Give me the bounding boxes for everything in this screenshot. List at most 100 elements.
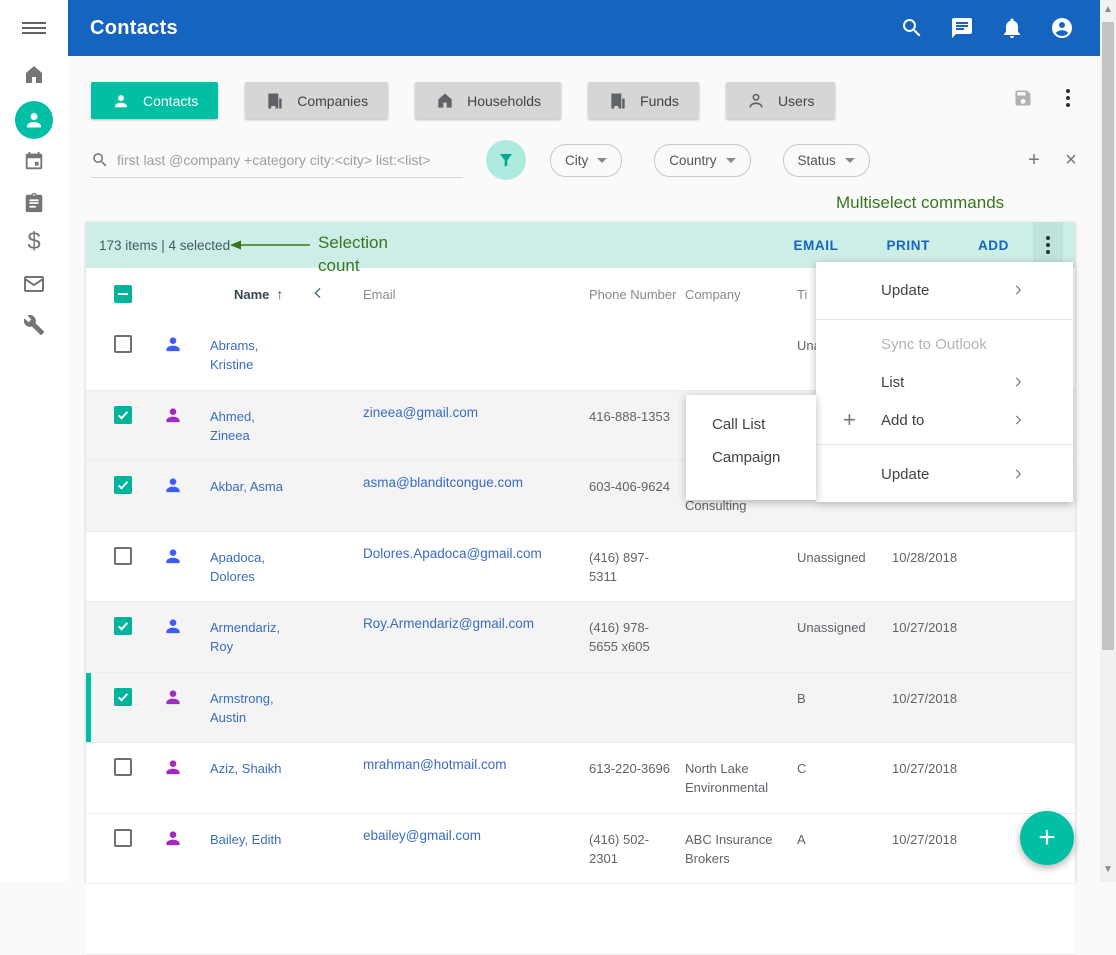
menu-item-list[interactable]: List [816, 363, 1073, 401]
contact-email-link[interactable]: zineea@gmail.com [363, 405, 478, 420]
contact-email-link[interactable]: asma@blanditcongue.com [363, 475, 523, 490]
menu-item-add-to[interactable]: +Add to [816, 401, 1073, 439]
contact-name-link[interactable]: Aziz, Shaikh [210, 761, 282, 776]
filter-chip-city[interactable]: City [550, 144, 622, 177]
contact-email-link[interactable]: Roy.Armendariz@gmail.com [363, 616, 534, 631]
scroll-up-icon[interactable]: ▲ [1103, 6, 1113, 14]
filter-icon[interactable] [486, 140, 526, 180]
contact-name-link[interactable]: Apadoca, Dolores [210, 550, 265, 584]
menu-item-label: Update [881, 466, 929, 483]
selection-summary: 173 items | 4 selected [99, 238, 230, 253]
scrollbar-thumb[interactable] [1102, 22, 1114, 650]
table-row[interactable]: Aziz, Shaikhmrahman@hotmail.com613-220-3… [86, 743, 1075, 814]
person-avatar-icon [162, 756, 196, 778]
add-contact-fab[interactable]: + [1020, 811, 1074, 865]
email-button[interactable]: EMAIL [769, 238, 862, 253]
person-avatar-icon [162, 474, 196, 496]
search-input[interactable]: first last @company +category city:<city… [91, 143, 463, 178]
contact-name-link[interactable]: Armstrong, Austin [210, 691, 274, 725]
add-button[interactable]: ADD [954, 238, 1033, 253]
search-icon[interactable] [900, 16, 924, 40]
chip-label: City [565, 153, 588, 168]
table-row-partial [86, 884, 1075, 955]
column-header-email[interactable]: Email [363, 268, 589, 320]
table-row[interactable]: Bailey, Edith ebailey@gmail.com (416) 502-… [86, 814, 1075, 885]
mail-icon[interactable] [0, 264, 68, 304]
contact-name-link[interactable]: Abrams, Kristine [210, 338, 258, 372]
person-avatar-icon [162, 545, 196, 567]
row-checkbox[interactable] [114, 406, 132, 424]
filter-chip-status[interactable]: Status [783, 144, 870, 177]
contact-name-link[interactable]: Armendariz, Roy [210, 620, 280, 654]
contact-company [685, 602, 797, 672]
print-button[interactable]: PRINT [862, 238, 954, 253]
column-header-phone[interactable]: Phone Number [589, 268, 685, 320]
column-header-company[interactable]: Company [685, 268, 797, 320]
filter-chip-group: City Country Status [550, 144, 870, 177]
submenu-item-call-list[interactable]: Call List [686, 408, 816, 441]
contact-name-link[interactable]: Ahmed, Zineea [210, 409, 255, 443]
row-checkbox[interactable] [114, 476, 132, 494]
person-avatar-icon [162, 333, 196, 355]
row-checkbox[interactable] [114, 617, 132, 635]
more-vert-icon[interactable] [1066, 96, 1070, 100]
menu-item-update[interactable]: Update [816, 266, 1073, 314]
row-checkbox[interactable] [114, 335, 132, 353]
chevron-right-icon [1035, 467, 1049, 481]
menu-item-update[interactable]: Update [816, 450, 1073, 498]
table-row[interactable]: Armendariz, RoyRoy.Armendariz@gmail.com(… [86, 602, 1075, 673]
tab-contacts[interactable]: Contacts [91, 82, 218, 119]
collapse-columns-icon[interactable] [310, 285, 326, 301]
contact-tier: C [797, 743, 892, 813]
tab-label: Companies [297, 93, 368, 109]
contact-phone: (416) 502-2301 [589, 814, 685, 884]
table-row[interactable]: Apadoca, Dolores Dolores.Apadoca@gmail.co… [86, 532, 1075, 603]
calendar-icon[interactable] [0, 141, 68, 181]
contact-email-link[interactable]: ebailey@gmail.com [363, 828, 481, 843]
contact-name-link[interactable]: Akbar, Asma [210, 479, 283, 494]
add-filter-icon[interactable]: + [1024, 149, 1044, 172]
menu-item-label: Update [881, 282, 929, 299]
scroll-down-icon[interactable]: ▼ [1103, 866, 1113, 874]
home-icon[interactable] [0, 55, 68, 95]
notifications-icon[interactable] [1000, 16, 1024, 40]
contact-company [685, 673, 797, 743]
menu-icon[interactable] [0, 8, 68, 48]
sidebar-item-contacts[interactable] [0, 100, 68, 140]
submenu-item-campaign[interactable]: Campaign [686, 441, 816, 474]
save-icon[interactable] [1013, 88, 1033, 108]
tab-households[interactable]: Households [415, 82, 561, 119]
search-placeholder: first last @company +category city:<city… [117, 152, 430, 168]
tab-funds[interactable]: Funds [588, 82, 699, 119]
contact-email-link[interactable]: mrahman@hotmail.com [363, 757, 507, 772]
filter-chip-country[interactable]: Country [654, 144, 750, 177]
annotation-selection-count: Selection count [318, 231, 388, 277]
sort-ascending-icon: ↑ [276, 286, 283, 302]
clear-search-icon[interactable]: × [1061, 149, 1081, 172]
vertical-scrollbar[interactable]: ▲ ▼ [1100, 0, 1116, 882]
chevron-down-icon [726, 158, 736, 163]
dollar-icon[interactable]: $ [0, 222, 68, 262]
contact-date: 10/27/2018 [892, 602, 1075, 672]
contact-email-link[interactable]: Dolores.Apadoca@gmail.com [363, 546, 542, 561]
tab-users[interactable]: Users [726, 82, 835, 119]
contact-date: 10/27/2018 [892, 673, 1075, 743]
row-checkbox[interactable] [114, 758, 132, 776]
tab-companies[interactable]: Companies [245, 82, 388, 119]
menu-item-sync-to-outlook: Sync to Outlook [816, 325, 1073, 363]
person-avatar-icon [162, 615, 196, 637]
table-row[interactable]: Armstrong, AustinB10/27/2018 [86, 673, 1075, 744]
row-checkbox[interactable] [114, 688, 132, 706]
select-all-checkbox[interactable] [114, 285, 132, 303]
row-checkbox[interactable] [114, 829, 132, 847]
row-checkbox[interactable] [114, 547, 132, 565]
menu-item-label: List [881, 374, 904, 391]
tab-label: Households [467, 93, 541, 109]
wrench-icon[interactable] [0, 305, 68, 345]
account-icon[interactable] [1050, 16, 1074, 40]
clipboard-icon[interactable] [0, 183, 68, 223]
chat-icon[interactable] [950, 16, 974, 40]
search-icon [91, 151, 109, 169]
tab-label: Users [778, 93, 815, 109]
contact-name-link[interactable]: Bailey, Edith [210, 832, 281, 847]
